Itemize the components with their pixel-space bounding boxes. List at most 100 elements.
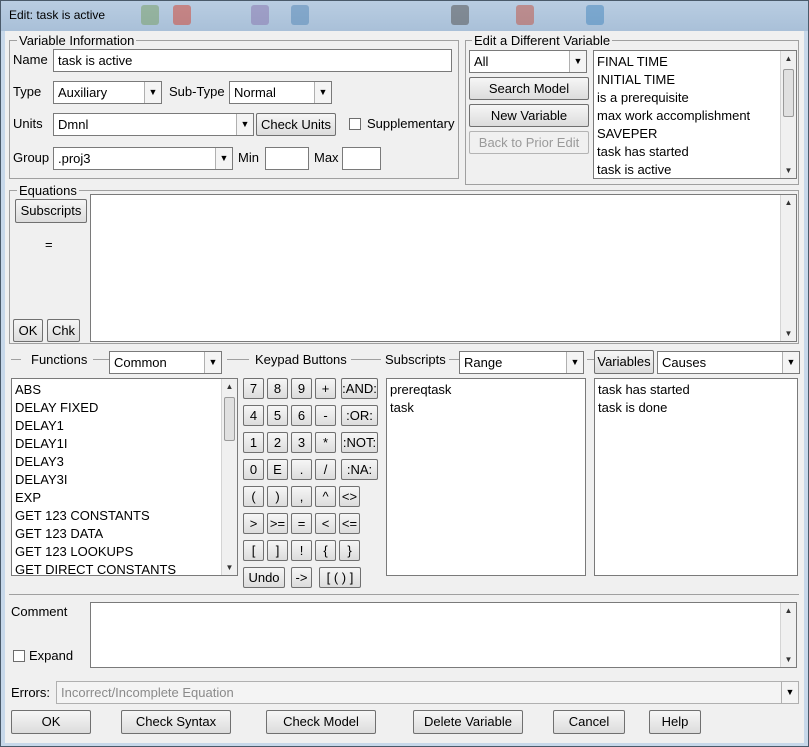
keypad-open-bracket[interactable]: [ [243, 540, 264, 561]
list-item[interactable]: is a prerequisite [597, 90, 689, 105]
keypad-dot[interactable]: . [291, 459, 312, 480]
help-button[interactable]: Help [649, 710, 701, 734]
subscripts-list[interactable]: prereqtask task [386, 378, 586, 576]
ok-button[interactable]: OK [11, 710, 91, 734]
list-item[interactable]: SAVEPER [597, 126, 657, 141]
list-item[interactable]: INITIAL TIME [597, 72, 675, 87]
keypad-equal[interactable]: = [291, 513, 312, 534]
keypad-2[interactable]: 2 [267, 432, 288, 453]
list-item[interactable]: task is active [597, 162, 671, 177]
list-item[interactable]: GET 123 LOOKUPS [15, 544, 133, 559]
keypad-greater[interactable]: > [243, 513, 264, 534]
scroll-down-icon[interactable]: ▼ [781, 326, 796, 341]
equation-editor[interactable]: ▲ ▼ [90, 194, 797, 342]
keypad-3[interactable]: 3 [291, 432, 312, 453]
chevron-down-icon[interactable]: ▼ [781, 682, 798, 703]
list-item[interactable]: DELAY FIXED [15, 400, 98, 415]
chevron-down-icon[interactable]: ▼ [314, 82, 331, 103]
delete-variable-button[interactable]: Delete Variable [413, 710, 523, 734]
min-input[interactable] [265, 147, 309, 170]
errors-select[interactable]: Incorrect/Incomplete Equation ▼ [56, 681, 799, 704]
variable-list[interactable]: FINAL TIME INITIAL TIME is a prerequisit… [593, 50, 797, 179]
causes-list[interactable]: task has started task is done [594, 378, 798, 576]
comment-scrollbar[interactable]: ▲ ▼ [780, 603, 796, 667]
variable-filter-select[interactable]: All ▼ [469, 50, 587, 73]
subscripts-range-select[interactable]: Range ▼ [459, 351, 584, 374]
keypad-comma[interactable]: , [291, 486, 312, 507]
keypad-close-brace[interactable]: } [339, 540, 360, 561]
keypad-arrow[interactable]: -> [291, 567, 312, 588]
new-variable-button[interactable]: New Variable [469, 104, 589, 127]
scroll-up-icon[interactable]: ▲ [781, 603, 796, 618]
list-item[interactable]: task [390, 400, 414, 415]
scroll-down-icon[interactable]: ▼ [222, 560, 237, 575]
list-item[interactable]: task has started [598, 382, 690, 397]
keypad-0[interactable]: 0 [243, 459, 264, 480]
list-item[interactable]: task is done [598, 400, 667, 415]
functions-category-select[interactable]: Common ▼ [109, 351, 222, 374]
keypad-minus[interactable]: - [315, 405, 336, 426]
keypad-divide[interactable]: / [315, 459, 336, 480]
chevron-down-icon[interactable]: ▼ [569, 51, 586, 72]
keypad-8[interactable]: 8 [267, 378, 288, 399]
scroll-down-icon[interactable]: ▼ [781, 163, 796, 178]
list-item[interactable]: DELAY3I [15, 472, 68, 487]
search-model-button[interactable]: Search Model [469, 77, 589, 100]
supplementary-checkbox[interactable] [349, 118, 361, 130]
comment-editor[interactable]: ▲ ▼ [90, 602, 797, 668]
check-model-button[interactable]: Check Model [266, 710, 376, 734]
variable-list-scrollbar[interactable]: ▲ ▼ [780, 51, 796, 178]
list-item[interactable]: prereqtask [390, 382, 451, 397]
keypad-na[interactable]: :NA: [341, 459, 378, 480]
subtype-select[interactable]: Normal ▼ [229, 81, 332, 104]
keypad-multiply[interactable]: * [315, 432, 336, 453]
chevron-down-icon[interactable]: ▼ [204, 352, 221, 373]
keypad-5[interactable]: 5 [267, 405, 288, 426]
chevron-down-icon[interactable]: ▼ [215, 148, 232, 169]
list-item[interactable]: GET DIRECT CONSTANTS [15, 562, 176, 575]
keypad-e[interactable]: E [267, 459, 288, 480]
keypad-caret[interactable]: ^ [315, 486, 336, 507]
list-item[interactable]: DELAY1I [15, 436, 68, 451]
keypad-1[interactable]: 1 [243, 432, 264, 453]
type-select[interactable]: Auxiliary ▼ [53, 81, 162, 104]
list-item[interactable]: max work accomplishment [597, 108, 750, 123]
keypad-and[interactable]: :AND: [341, 378, 378, 399]
scroll-thumb[interactable] [783, 69, 794, 117]
keypad-exclamation[interactable]: ! [291, 540, 312, 561]
equation-chk-button[interactable]: Chk [47, 319, 80, 342]
expand-checkbox[interactable] [13, 650, 25, 662]
check-units-button[interactable]: Check Units [256, 113, 336, 136]
keypad-less-equal[interactable]: <= [339, 513, 360, 534]
chevron-down-icon[interactable]: ▼ [236, 114, 253, 135]
keypad-7[interactable]: 7 [243, 378, 264, 399]
keypad-or[interactable]: :OR: [341, 405, 378, 426]
title-bar[interactable]: Edit: task is active [1, 1, 808, 31]
units-combo[interactable]: Dmnl ▼ [53, 113, 254, 136]
keypad-9[interactable]: 9 [291, 378, 312, 399]
causes-select[interactable]: Causes ▼ [657, 351, 800, 374]
list-item[interactable]: GET 123 DATA [15, 526, 103, 541]
name-input[interactable]: task is active [53, 49, 452, 72]
scroll-up-icon[interactable]: ▲ [781, 195, 796, 210]
keypad-plus[interactable]: + [315, 378, 336, 399]
back-to-prior-edit-button[interactable]: Back to Prior Edit [469, 131, 589, 154]
scroll-up-icon[interactable]: ▲ [222, 379, 237, 394]
keypad-less[interactable]: < [315, 513, 336, 534]
keypad-close-bracket[interactable]: ] [267, 540, 288, 561]
group-select[interactable]: .proj3 ▼ [53, 147, 233, 170]
variables-button[interactable]: Variables [594, 350, 654, 374]
chevron-down-icon[interactable]: ▼ [144, 82, 161, 103]
keypad-not-equal[interactable]: <> [339, 486, 360, 507]
check-syntax-button[interactable]: Check Syntax [121, 710, 231, 734]
scroll-thumb[interactable] [224, 397, 235, 441]
list-item[interactable]: DELAY1 [15, 418, 64, 433]
scroll-up-icon[interactable]: ▲ [781, 51, 796, 66]
chevron-down-icon[interactable]: ▼ [782, 352, 799, 373]
keypad-open-brace[interactable]: { [315, 540, 336, 561]
list-item[interactable]: GET 123 CONSTANTS [15, 508, 150, 523]
list-item[interactable]: FINAL TIME [597, 54, 668, 69]
equation-scrollbar[interactable]: ▲ ▼ [780, 195, 796, 341]
max-input[interactable] [342, 147, 381, 170]
list-item[interactable]: DELAY3 [15, 454, 64, 469]
